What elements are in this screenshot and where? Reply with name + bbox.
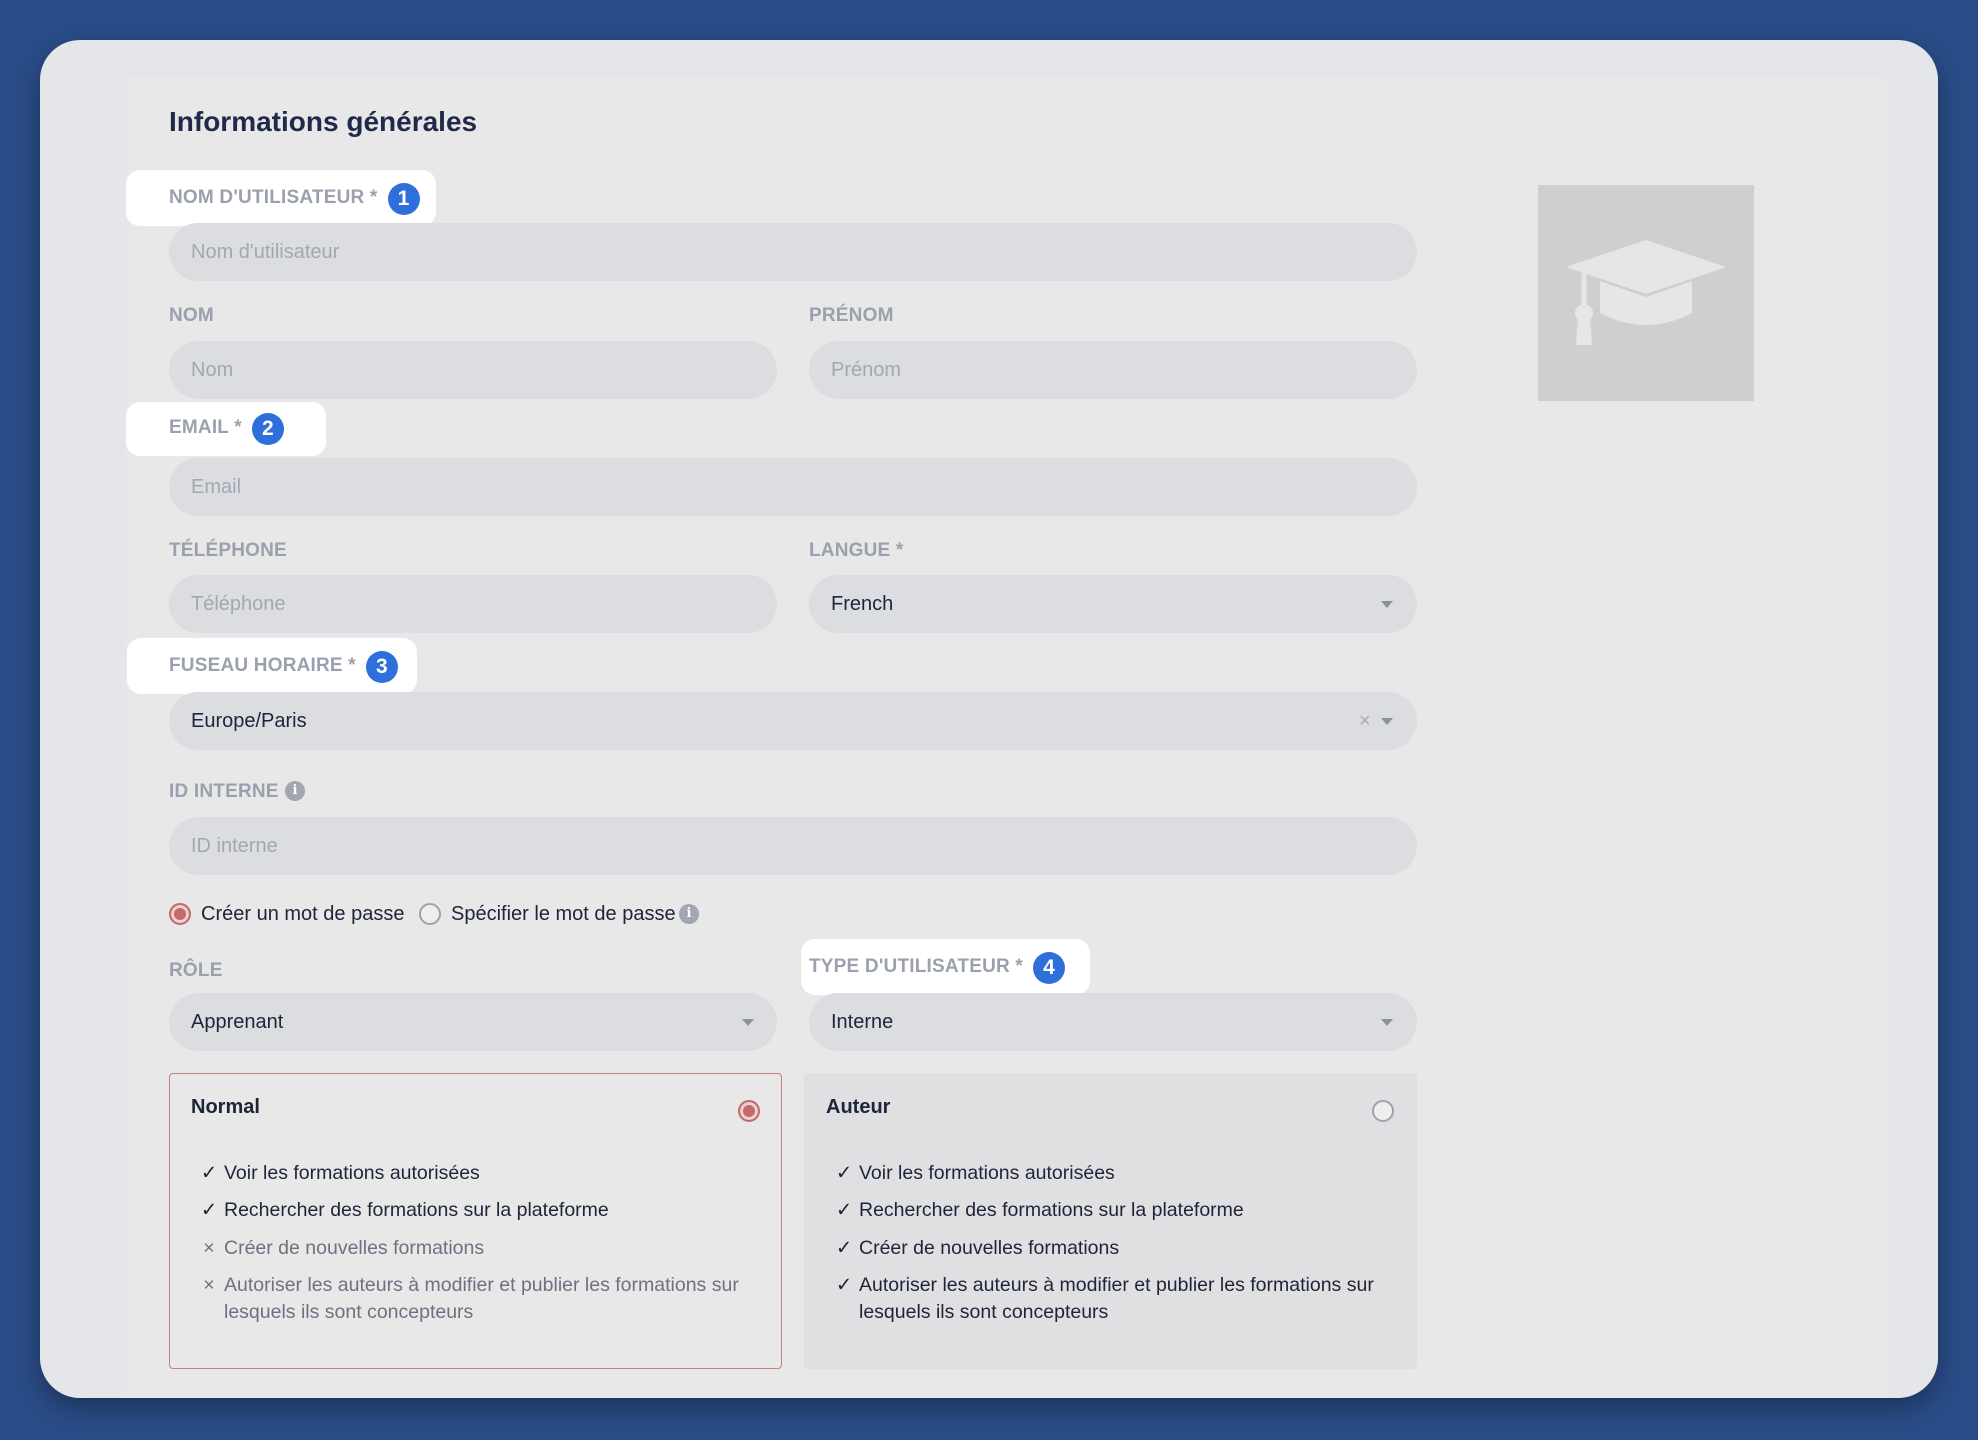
form-content: Informations générales NOM D'UTILISATEUR…	[0, 0, 1978, 1440]
email-input[interactable]: Email	[169, 458, 1417, 516]
profile-card-title: Normal	[191, 1096, 260, 1118]
role-label: RÔLE	[169, 960, 223, 981]
username-label: NOM D'UTILISATEUR *	[169, 187, 378, 209]
chevron-down-icon	[1381, 1019, 1393, 1026]
internal-id-input[interactable]: ID interne	[169, 817, 1417, 875]
feature-item: × Autoriser les auteurs à modifier et pub…	[203, 1272, 739, 1326]
radio-profile-normal[interactable]	[738, 1100, 760, 1122]
radio-create-password[interactable]	[169, 903, 191, 925]
profile-card-title: Auteur	[826, 1096, 891, 1118]
check-icon: ✓	[835, 1162, 853, 1184]
feature-item: ✓ Autoriser les auteurs à modifier et pub…	[835, 1274, 1374, 1323]
user-type-select-value: Interne	[831, 1011, 894, 1033]
language-select[interactable]: French	[809, 575, 1417, 633]
check-icon: ✓	[835, 1237, 853, 1259]
last-name-label: NOM	[169, 305, 214, 326]
last-name-input[interactable]: Nom	[169, 341, 777, 399]
timezone-label-row: FUSEAU HORAIRE * 3	[169, 651, 398, 683]
timezone-select[interactable]: Europe/Paris	[169, 692, 1417, 750]
feature-item: ✓ Rechercher des formations sur la platef…	[201, 1197, 609, 1224]
username-input[interactable]: Nom d'utilisateur	[169, 223, 1417, 281]
chevron-down-icon	[1381, 718, 1393, 725]
feature-item: ✓ Voir les formations autorisées	[836, 1160, 1115, 1187]
radio-profile-author[interactable]	[1372, 1100, 1394, 1122]
phone-input[interactable]: Téléphone	[169, 575, 777, 633]
check-icon: ✓	[835, 1199, 853, 1221]
check-icon: ✓	[835, 1274, 853, 1296]
step-badge-3: 3	[365, 651, 398, 683]
email-label: EMAIL *	[169, 417, 242, 439]
graduation-cap-icon	[1566, 240, 1726, 345]
first-name-input[interactable]: Prénom	[809, 341, 1417, 399]
email-label-row: EMAIL * 2	[169, 413, 284, 445]
timezone-select-value: Europe/Paris	[191, 710, 307, 732]
first-name-label: PRÉNOM	[809, 305, 894, 326]
feature-item: × Créer de nouvelles formations	[203, 1235, 484, 1262]
create-password-label[interactable]: Créer un mot de passe	[201, 903, 404, 926]
chevron-down-icon	[742, 1019, 754, 1026]
phone-label: TÉLÉPHONE	[169, 540, 287, 561]
user-type-label: TYPE D'UTILISATEUR *	[809, 956, 1024, 978]
step-badge-4: 4	[1033, 952, 1066, 984]
timezone-label: FUSEAU HORAIRE *	[169, 655, 356, 677]
feature-item: ✓ Voir les formations autorisées	[201, 1160, 480, 1187]
section-title: Informations générales	[169, 106, 478, 137]
info-icon[interactable]: i	[285, 781, 305, 801]
language-label: LANGUE *	[809, 540, 904, 561]
step-badge-2: 2	[251, 413, 284, 445]
role-select[interactable]: Apprenant	[169, 993, 777, 1051]
role-select-value: Apprenant	[191, 1011, 284, 1033]
feature-item: ✓ Créer de nouvelles formations	[836, 1235, 1119, 1262]
step-badge-1: 1	[387, 183, 420, 215]
user-type-select[interactable]: Interne	[809, 993, 1417, 1051]
user-type-label-row: TYPE D'UTILISATEUR * 4	[809, 952, 1066, 984]
username-label-row: NOM D'UTILISATEUR * 1	[169, 183, 420, 215]
specify-password-label[interactable]: Spécifier le mot de passe	[451, 903, 676, 926]
chevron-down-icon	[1381, 601, 1393, 608]
cross-icon: ×	[203, 1237, 215, 1259]
language-select-value: French	[831, 593, 894, 615]
check-icon: ✓	[200, 1199, 218, 1221]
internal-id-label: ID INTERNE	[169, 781, 279, 802]
clear-icon[interactable]: ×	[1359, 711, 1371, 731]
radio-specify-password[interactable]	[419, 903, 441, 925]
cross-icon: ×	[203, 1274, 215, 1296]
feature-item: ✓ Rechercher des formations sur la platef…	[836, 1197, 1244, 1224]
check-icon: ✓	[200, 1162, 218, 1184]
avatar[interactable]	[1538, 185, 1754, 401]
info-icon[interactable]: i	[679, 904, 699, 924]
